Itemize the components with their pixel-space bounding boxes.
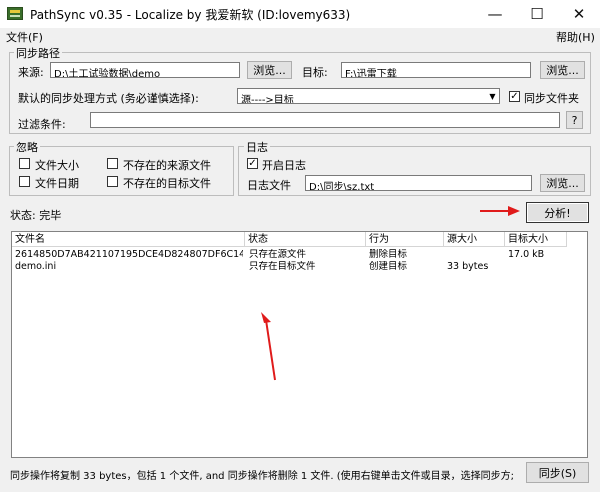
chevron-down-icon[interactable]: ▼ — [486, 89, 499, 103]
cell-status: 只存在目标文件 — [249, 261, 316, 272]
ignore-date-label: 文件日期 — [35, 177, 79, 190]
cell-filename: 2614850D7AB421107195DCE4D824807DF6C14FC5… — [15, 249, 243, 260]
window-title: PathSync v0.35 - Localize by 我爱新软 (ID:lo… — [30, 8, 351, 22]
minimize-button[interactable]: — — [474, 0, 516, 28]
column-header-status[interactable]: 状态 — [245, 232, 366, 247]
file-list[interactable]: 文件名 状态 行为 源大小 目标大小 2614850D7AB421107195D… — [11, 231, 588, 458]
enable-log-label: 开启日志 — [262, 159, 306, 172]
cell-target-size: 17.0 kB — [508, 249, 545, 260]
source-label: 来源: — [18, 66, 44, 79]
maximize-button[interactable]: ☐ — [516, 0, 558, 28]
sync-mode-value: 源---->目标 — [241, 95, 294, 104]
sync-summary-text: 同步操作将复制 33 bytes，包括 1 个文件, and 同步操作将删除 1… — [10, 471, 515, 482]
browse-log-button[interactable]: 浏览... — [540, 174, 585, 192]
annotation-arrow-right — [480, 206, 520, 216]
target-label: 目标: — [302, 66, 328, 79]
table-row[interactable]: 2614850D7AB421107195DCE4D824807DF6C14FC5… — [12, 249, 587, 260]
menu-file[interactable]: 文件(F) — [6, 29, 43, 45]
cell-source-size: 33 bytes — [447, 261, 489, 272]
filter-label: 过滤条件: — [18, 118, 66, 131]
app-icon — [7, 7, 23, 20]
filter-input[interactable] — [90, 112, 560, 128]
source-path-input[interactable]: D:\土工试验数据\demo — [50, 62, 240, 78]
menu-bar — [0, 28, 600, 44]
annotation-arrow-up — [261, 312, 276, 381]
table-row[interactable]: demo.ini 只存在目标文件 创建目标 33 bytes — [12, 261, 587, 272]
target-path-input[interactable]: F:\迅雷下载 — [341, 62, 531, 78]
close-button[interactable]: ✕ — [558, 0, 600, 28]
sync-folders-checkbox[interactable]: ✓ — [509, 91, 520, 102]
status-text: 状态: 完毕 — [10, 209, 62, 222]
sync-mode-label: 默认的同步处理方式 (务必谨慎选择): — [18, 92, 199, 105]
enable-log-checkbox[interactable]: ✓ — [247, 158, 258, 169]
sync-path-group-title: 同步路径 — [14, 45, 62, 61]
log-file-input[interactable]: D:\同步\sz.txt — [305, 175, 532, 191]
sync-button[interactable]: 同步(S) — [526, 462, 589, 483]
cell-status: 只存在源文件 — [249, 249, 307, 260]
browse-source-button[interactable]: 浏览... — [247, 61, 292, 79]
ignore-date-checkbox[interactable] — [19, 176, 30, 187]
ignore-size-label: 文件大小 — [35, 159, 79, 172]
ignore-missing-source-checkbox[interactable] — [107, 158, 118, 169]
column-header-filename[interactable]: 文件名 — [12, 232, 245, 247]
analyze-button[interactable]: 分析! — [526, 202, 589, 223]
sync-folders-label: 同步文件夹 — [524, 92, 579, 105]
menu-help[interactable]: 帮助(H) — [556, 29, 595, 45]
column-header-action[interactable]: 行为 — [366, 232, 444, 247]
column-header-target-size[interactable]: 目标大小 — [505, 232, 567, 247]
ignore-missing-source-label: 不存在的来源文件 — [123, 159, 211, 172]
log-file-label: 日志文件 — [247, 179, 291, 192]
cell-action: 删除目标 — [369, 249, 408, 260]
browse-target-button[interactable]: 浏览... — [540, 61, 585, 79]
cell-action: 创建目标 — [369, 261, 408, 272]
ignore-missing-target-checkbox[interactable] — [107, 176, 118, 187]
filter-help-button[interactable]: ? — [566, 111, 583, 129]
sync-mode-select[interactable]: 源---->目标 — [237, 88, 500, 104]
ignore-size-checkbox[interactable] — [19, 158, 30, 169]
log-group-title: 日志 — [244, 139, 270, 155]
column-header-source-size[interactable]: 源大小 — [444, 232, 505, 247]
cell-filename: demo.ini — [15, 261, 57, 272]
ignore-group-title: 忽略 — [14, 139, 40, 155]
ignore-missing-target-label: 不存在的目标文件 — [123, 177, 211, 190]
